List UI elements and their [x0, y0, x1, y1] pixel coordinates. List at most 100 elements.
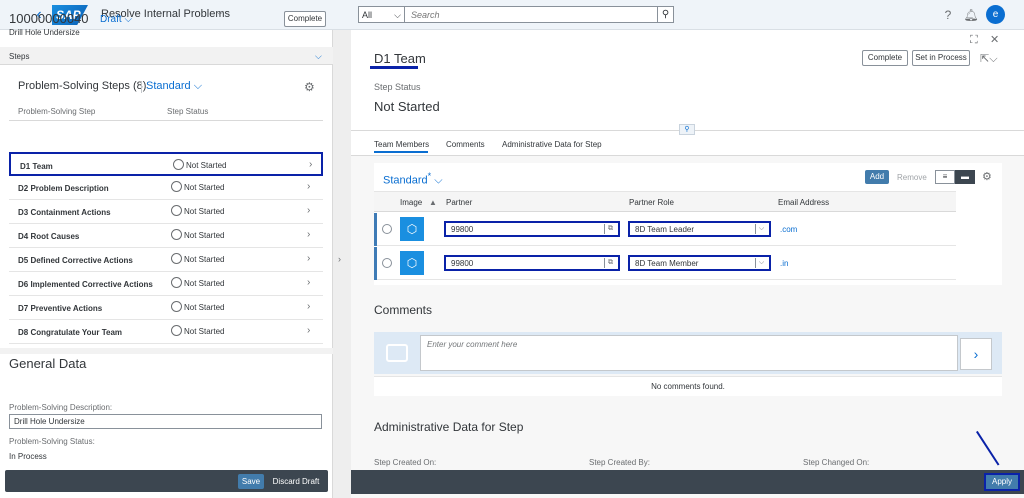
share-icon[interactable]: ⇱⌵ — [980, 52, 998, 66]
status-circle-icon — [173, 159, 184, 170]
comments-title: Comments — [374, 303, 433, 317]
steps-anchor-bar[interactable]: Steps — [0, 47, 333, 65]
col-email: Email Address — [778, 198, 830, 207]
value-help-icon[interactable]: ⧉ — [604, 224, 616, 234]
row-select-radio[interactable] — [382, 258, 392, 268]
status-circle-icon — [171, 277, 182, 288]
help-icon[interactable]: ? — [940, 7, 956, 23]
complete-step-button[interactable]: Complete — [862, 50, 908, 66]
chevron-right-icon: › — [309, 159, 313, 170]
step-status: Not Started — [184, 279, 225, 288]
step-label: D2 Problem Description — [18, 184, 109, 193]
chevron-right-icon[interactable]: › — [338, 254, 341, 264]
status-circle-icon — [171, 229, 182, 240]
tab-active-indicator — [374, 151, 428, 153]
tab-comments[interactable]: Comments — [446, 140, 485, 149]
col-status: Step Status — [167, 107, 209, 116]
step-row-d7[interactable]: D7 Preventive Actions Not Started › — [9, 296, 323, 320]
splitter[interactable] — [333, 30, 351, 498]
status-label: Problem-Solving Status: — [9, 437, 95, 446]
email-link[interactable]: .in — [780, 259, 788, 268]
status-circle-icon — [171, 181, 182, 192]
step-row-d3[interactable]: D3 Containment Actions Not Started › — [9, 200, 323, 224]
chevron-down-icon[interactable]: ⌵ — [755, 224, 767, 234]
search-input[interactable] — [405, 7, 657, 22]
step-status: Not Started — [184, 303, 225, 312]
step-status: Not Started — [186, 161, 227, 170]
step-header — [351, 30, 1024, 130]
created-by-label: Step Created By: — [589, 458, 650, 467]
gear-icon[interactable]: ⚙ — [304, 80, 315, 94]
tab-admin-data[interactable]: Administrative Data for Step — [502, 140, 602, 149]
remove-button[interactable]: Remove — [897, 173, 927, 182]
send-comment-button[interactable]: › — [960, 338, 992, 370]
title-divider — [141, 81, 142, 93]
partner-field[interactable]: 99800 ⧉ — [444, 221, 620, 237]
step-label: D6 Implemented Corrective Actions — [18, 280, 153, 289]
chevron-down-icon[interactable]: ⌵ — [315, 51, 322, 62]
chevron-right-icon: › — [307, 205, 311, 216]
team-member-row[interactable]: ⬡ 99800 ⧉ 8D Team Leader ⌵ .com — [374, 213, 956, 246]
pin-icon[interactable]: ⚲ — [679, 124, 695, 135]
col-partner: Partner — [446, 198, 473, 207]
chevron-down-icon: ⌵ — [394, 10, 401, 20]
complete-problem-button[interactable]: Complete — [284, 11, 326, 27]
step-label: D7 Preventive Actions — [18, 304, 103, 313]
partner-role-select[interactable]: 8D Team Member ⌵ — [628, 255, 771, 271]
discard-draft-button[interactable]: Discard Draft — [270, 474, 322, 489]
steps-table-title: Problem-Solving Steps (8) — [18, 80, 147, 92]
cube-icon: ⬡ — [400, 217, 424, 241]
chevron-right-icon: › — [307, 277, 311, 288]
comment-input[interactable]: Enter your comment here — [420, 335, 958, 371]
search-icon[interactable]: ⚲ — [657, 7, 673, 22]
step-label: D8 Congratulate Your Team — [18, 328, 123, 337]
step-status: Not Started — [184, 231, 225, 240]
add-button[interactable]: Add — [865, 170, 889, 184]
list-view-icon[interactable]: ≡ — [935, 170, 955, 184]
chevron-down-icon[interactable]: ⌵ — [216, 7, 224, 18]
search-scope-select[interactable]: All ⌵ — [359, 7, 405, 22]
close-icon[interactable]: ✕ — [990, 33, 999, 46]
col-partner-role: Partner Role — [629, 198, 674, 207]
col-image: Image — [400, 198, 423, 207]
description-field[interactable]: Drill Hole Undersize — [9, 414, 322, 429]
tm-variant-select[interactable]: Standard* ⌵ — [383, 171, 443, 188]
step-status: Not Started — [184, 207, 225, 216]
step-row-d8[interactable]: D8 Congratulate Your Team Not Started › — [9, 320, 323, 344]
right-footer-toolbar — [351, 470, 1024, 494]
step-row-d5[interactable]: D5 Defined Corrective Actions Not Starte… — [9, 248, 323, 272]
email-link[interactable]: .com — [780, 225, 797, 234]
apply-button[interactable]: Apply — [984, 473, 1020, 491]
value-help-icon[interactable]: ⧉ — [604, 258, 616, 268]
status-circle-icon — [171, 253, 182, 264]
gear-icon[interactable]: ⚙ — [982, 170, 992, 183]
bell-icon[interactable]: 🔔︎ — [963, 7, 979, 23]
step-status: Not Started — [184, 255, 225, 264]
row-select-radio[interactable] — [382, 224, 392, 234]
draft-menu[interactable]: Draft ⌵ — [100, 14, 132, 25]
desc-label: Problem-Solving Description: — [9, 403, 113, 412]
no-comments-text: No comments found. — [374, 376, 1002, 396]
partner-field[interactable]: 99800 ⧉ — [444, 255, 620, 271]
step-row-d1[interactable]: D1 Team Not Started › — [9, 152, 323, 176]
save-button[interactable]: Save — [238, 474, 264, 489]
chevron-down-icon[interactable]: ⌵ — [755, 258, 767, 268]
sort-icon[interactable]: ▲ — [429, 198, 437, 207]
step-label: D1 Team — [20, 162, 53, 171]
step-row-d4[interactable]: D4 Root Causes Not Started › — [9, 224, 323, 248]
step-row-d2[interactable]: D2 Problem Description Not Started › — [9, 176, 323, 200]
tab-team-members[interactable]: Team Members — [374, 140, 429, 149]
chevron-right-icon: › — [307, 181, 311, 192]
variant-select[interactable]: Standard ⌵ — [146, 80, 202, 93]
partner-role-select[interactable]: 8D Team Leader ⌵ — [628, 221, 771, 237]
team-member-row[interactable]: ⬡ 99800 ⧉ 8D Team Member ⌵ .in — [374, 247, 956, 280]
set-in-process-button[interactable]: Set in Process — [912, 50, 970, 66]
fullscreen-icon[interactable]: ⛶ — [970, 34, 978, 47]
chevron-right-icon: › — [307, 229, 311, 240]
table-view-icon[interactable]: ▬ — [955, 170, 975, 184]
avatar[interactable]: e — [986, 5, 1005, 24]
team-table-header: Image ▲ Partner Partner Role Email Addre… — [374, 191, 956, 212]
step-row-d6[interactable]: D6 Implemented Corrective Actions Not St… — [9, 272, 323, 296]
admin-section — [351, 406, 1024, 470]
step-label: D5 Defined Corrective Actions — [18, 256, 133, 265]
